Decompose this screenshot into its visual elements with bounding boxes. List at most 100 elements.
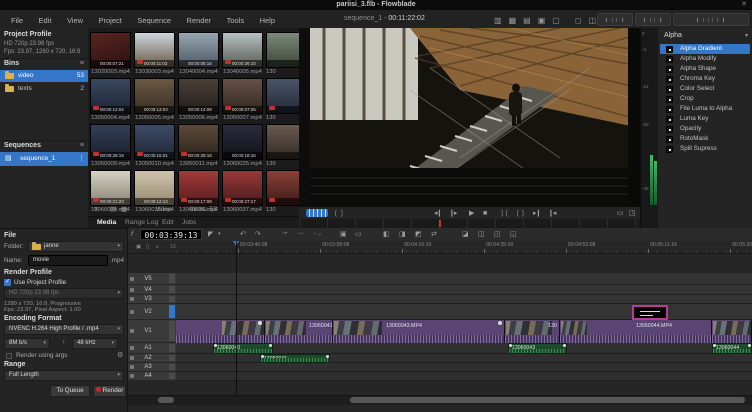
media-item[interactable]: 00:00:05:16 13040004.mp4 — [178, 32, 219, 75]
bins-menu-icon[interactable]: ≡ — [80, 60, 84, 67]
track-head-a1[interactable]: A1 — [128, 343, 176, 354]
track-head-a4[interactable]: A4 — [128, 372, 176, 381]
filter-item[interactable]: File Luma to Alpha — [660, 104, 750, 114]
three-point-icon[interactable]: ◩ — [415, 228, 422, 241]
media-thumbnail[interactable]: 00:00:11:03 — [134, 32, 175, 68]
media-thumbnail[interactable]: 00:00:28:18 — [178, 124, 219, 160]
track-head-a3[interactable]: A3 — [128, 363, 176, 372]
lift-icon[interactable]: ◦− — [298, 228, 304, 241]
filter-item[interactable]: Color Select — [660, 84, 750, 94]
tab-media[interactable]: Media — [97, 217, 116, 228]
media-item[interactable]: 00:00:15:01 13050010.mp4 — [134, 124, 175, 167]
video-clip[interactable]: 13060044.MP4 — [560, 320, 712, 343]
filter-item[interactable]: Crop — [660, 94, 750, 104]
video-clip[interactable]: 13060041 — [265, 320, 333, 343]
track-head-a2[interactable]: A2 — [128, 354, 176, 363]
monitor-insert-icon[interactable]: ◪ — [462, 228, 469, 241]
audio-levels-icon[interactable]: ▭ — [355, 228, 362, 241]
lane-v4[interactable] — [176, 285, 752, 295]
scrollbar-handle[interactable] — [350, 397, 745, 403]
track-active-indicator[interactable] — [169, 296, 175, 302]
filter-item[interactable]: Alpha Modify — [660, 54, 750, 64]
track-active-indicator[interactable] — [169, 305, 175, 318]
media-thumbnail[interactable]: 00:00:07:05 — [222, 78, 263, 114]
redo-icon[interactable]: ↷ — [255, 228, 261, 241]
media-thumbnail[interactable]: 00:00:18:16 — [222, 124, 263, 160]
bin-item-texts[interactable]: texts 2 — [0, 83, 88, 95]
media-item[interactable]: 00:00:28:19 13050009.mp4 — [90, 124, 131, 167]
media-thumbnail[interactable]: 00:00:27:17 — [222, 170, 263, 206]
render-args-checkbox[interactable] — [6, 353, 12, 359]
video-clip[interactable]: 130 — [505, 320, 560, 343]
track-height-icon[interactable]: ▯ — [146, 242, 149, 252]
filter-item[interactable]: Opacity — [660, 124, 750, 134]
sequence-options-icon[interactable]: ⋮ — [78, 152, 85, 166]
name-input[interactable]: movie — [28, 255, 108, 266]
media-item[interactable]: 00:00:28:18 13050011.mp4 — [178, 124, 219, 167]
sequences-menu-icon[interactable]: ≡ — [80, 142, 84, 149]
media-thumbnail[interactable]: 00:00:05:16 — [178, 32, 219, 68]
lane-v3[interactable] — [176, 295, 752, 304]
track-active-indicator[interactable] — [169, 355, 175, 361]
media-menu-icon[interactable]: ≡ — [94, 204, 98, 216]
filter-item[interactable]: Alpha Gradient — [660, 44, 750, 54]
use-project-profile-checkbox[interactable]: ✓ — [4, 279, 11, 286]
filter-item[interactable]: Spill Supress — [660, 144, 750, 154]
filter-item[interactable]: Alpha Shape — [660, 64, 750, 74]
media-item[interactable]: 00:00:07:21 13020003.mp4 — [90, 32, 131, 75]
grid-view-icon[interactable]: ▦ — [121, 204, 127, 216]
media-thumbnail[interactable] — [266, 32, 299, 68]
title-clip[interactable] — [632, 305, 668, 320]
clip-snapping-icon[interactable]: ▣ — [340, 228, 347, 241]
media-item[interactable]: 00:00:07:05 13050007.mp4 — [222, 78, 263, 121]
tab-range-log[interactable]: Range Log — [125, 217, 158, 228]
media-item[interactable]: 130 — [266, 32, 299, 75]
track-head-v1[interactable]: V1 — [128, 320, 176, 343]
track-head-v3[interactable]: V3 — [128, 295, 176, 304]
timecode-mode-badge[interactable] — [306, 209, 328, 217]
insert-icon[interactable]: ◧ — [383, 228, 390, 241]
audio-clip[interactable]: 13060041 — [260, 354, 330, 363]
filter-item[interactable]: Luma Key — [660, 114, 750, 124]
media-item[interactable]: 00:00:11:03 13030003.mp4 — [134, 32, 175, 75]
media-item[interactable]: 00:00:14:08 13050006.mp4 — [178, 78, 219, 121]
scrollbar-left-handle[interactable] — [158, 397, 174, 403]
media-thumbnail[interactable]: 00:00:13:04 — [134, 78, 175, 114]
track-active-indicator[interactable] — [169, 373, 175, 379]
audio-clip[interactable]: 13060044 — [712, 343, 752, 354]
media-item[interactable]: 00:00:18:16 13060025.mp4 — [222, 124, 263, 167]
splice-out-icon[interactable]: ◦+ — [282, 228, 288, 241]
encoding-dropdown[interactable]: NVENC H.264 High Profile / .mp4▾ — [4, 324, 124, 335]
media-thumbnail[interactable]: 00:00:17:08 — [178, 170, 219, 206]
folder-dropdown[interactable]: janne▾ — [28, 241, 124, 252]
tool-dropdown-chevron-icon[interactable]: ▾ — [218, 228, 221, 241]
media-thumbnail[interactable]: 00:00:07:21 — [90, 32, 131, 68]
media-item[interactable]: 00:00:12:04 13050004.mp4 — [90, 78, 131, 121]
audio-clip[interactable]: 13060043 — [508, 343, 567, 354]
shrink-tracks-icon[interactable]: ▣ — [136, 242, 141, 252]
media-item[interactable]: 130 — [266, 124, 299, 167]
lane-a4[interactable] — [176, 372, 752, 381]
tab-jobs[interactable]: Jobs — [182, 217, 196, 228]
monitor-append-icon[interactable]: ◫ — [478, 228, 485, 241]
render-profile-dropdown[interactable]: HD 720p 23.98 fps▾ — [4, 288, 124, 299]
tab-edit[interactable]: Edit — [162, 217, 174, 228]
media-thumbnail[interactable]: 00:00:12:04 — [90, 78, 131, 114]
media-thumbnail[interactable] — [266, 78, 299, 114]
samplerate-dropdown[interactable]: 48 kHz▾ — [72, 338, 118, 349]
media-item[interactable]: 00:00:26:10 13040005.mp4 — [222, 32, 263, 75]
bitrate-dropdown[interactable]: 8M b/s▾ — [4, 338, 50, 349]
video-clip[interactable] — [712, 320, 752, 343]
video-clip[interactable]: 13060043.MP4 — [333, 320, 505, 343]
close-icon[interactable]: ✕ — [741, 1, 747, 9]
track-active-indicator[interactable] — [169, 286, 175, 293]
track-active-indicator[interactable] — [169, 364, 175, 370]
media-item[interactable]: 130 — [266, 78, 299, 121]
range-dropdown[interactable]: Full Length▾ — [4, 370, 124, 381]
video-clip[interactable] — [176, 320, 265, 343]
timeline-scrollbar[interactable] — [128, 395, 752, 405]
to-queue-button[interactable]: To Queue — [50, 385, 90, 397]
track-active-indicator[interactable] — [169, 274, 175, 283]
list-view-icon[interactable]: ▤ — [110, 204, 116, 216]
media-item[interactable]: 00:00:13:04 13050005.mp4 — [134, 78, 175, 121]
